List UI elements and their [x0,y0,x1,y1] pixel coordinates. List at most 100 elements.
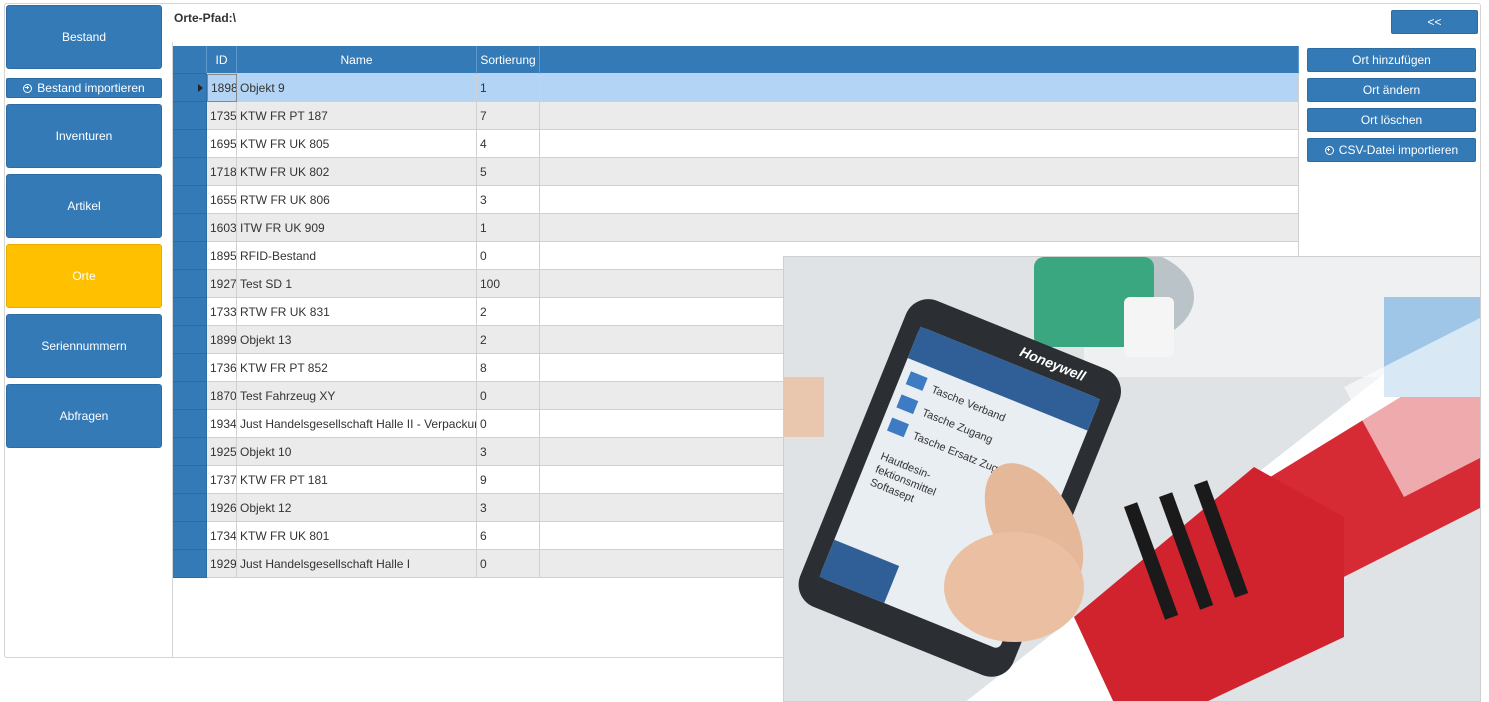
cell-sortierung[interactable]: 6 [477,522,540,550]
nav-orte-button[interactable]: Orte [6,244,162,308]
table-row[interactable]: 1898 Objekt 91 [173,74,1299,102]
cell-name[interactable]: KTW FR UK 801 [237,522,477,550]
cell-name[interactable]: Just Handelsgesellschaft Halle II - Verp… [237,410,477,438]
csv-import-button[interactable]: CSV-Datei importieren [1307,138,1476,162]
cell-id[interactable]: 1737 [207,466,237,494]
nav-artikel-button[interactable]: Artikel [6,174,162,238]
cell-id[interactable]: 1898 [207,74,237,102]
table-row[interactable]: 1603 ITW FR UK 909 1 [173,214,1299,242]
cell-sortierung[interactable]: 2 [477,326,540,354]
cell-id[interactable]: 1929 [207,550,237,578]
cell-sortierung[interactable]: 3 [477,494,540,522]
row-selector-cell[interactable] [173,242,207,270]
cell-name[interactable]: ITW FR UK 909 [237,214,477,242]
cell-filler [540,74,1299,102]
cell-name[interactable]: KTW FR UK 805 [237,130,477,158]
cell-name[interactable]: KTW FR PT 181 [237,466,477,494]
nav-seriennummern-button[interactable]: Seriennummern [6,314,162,378]
cell-sortierung[interactable]: 2 [477,298,540,326]
cell-sortierung[interactable]: 9 [477,466,540,494]
row-selector-cell[interactable] [173,298,207,326]
cell-id[interactable]: 1870 [207,382,237,410]
header-id[interactable]: ID [207,46,237,74]
cell-name[interactable]: Objekt 13 [237,326,477,354]
cell-id[interactable]: 1895 [207,242,237,270]
cell-sortierung[interactable]: 100 [477,270,540,298]
cell-sortierung[interactable]: 4 [477,130,540,158]
cell-sortierung[interactable]: 8 [477,354,540,382]
cell-sortierung[interactable]: 7 [477,102,540,130]
cell-name[interactable]: Test SD 1 [237,270,477,298]
nav-abfragen-label: Abfragen [59,409,109,423]
current-row-arrow-icon [198,83,203,92]
cell-name[interactable]: Just Handelsgesellschaft Halle I [237,550,477,578]
bestand-import-button[interactable]: Bestand importieren [6,78,162,98]
row-selector-cell[interactable] [173,494,207,522]
row-selector-cell[interactable] [173,102,207,130]
cell-id[interactable]: 1733 [207,298,237,326]
cell-name[interactable]: KTW FR PT 852 [237,354,477,382]
cell-id[interactable]: 1695 [207,130,237,158]
cell-filler [540,130,1299,158]
row-selector-cell[interactable] [173,354,207,382]
cell-sortierung[interactable]: 0 [477,550,540,578]
delete-location-button[interactable]: Ort löschen [1307,108,1476,132]
header-selector-cell [173,46,207,74]
nav-bestand-button[interactable]: Bestand [6,5,162,69]
cell-sortierung[interactable]: 3 [477,438,540,466]
cell-sortierung[interactable]: 1 [477,214,540,242]
row-selector-cell[interactable] [173,270,207,298]
cell-id[interactable]: 1603 [207,214,237,242]
table-row[interactable]: 1655 RTW FR UK 806 3 [173,186,1299,214]
cell-name[interactable]: KTW FR UK 802 [237,158,477,186]
cell-id[interactable]: 1734 [207,522,237,550]
add-location-button[interactable]: Ort hinzufügen [1307,48,1476,72]
row-selector-cell[interactable] [173,550,207,578]
row-selector-cell[interactable] [173,326,207,354]
nav-abfragen-button[interactable]: Abfragen [6,384,162,448]
cell-id[interactable]: 1926 [207,494,237,522]
table-row[interactable]: 1695 KTW FR UK 805 4 [173,130,1299,158]
cell-name[interactable]: KTW FR PT 187 [237,102,477,130]
row-selector-cell[interactable] [173,438,207,466]
cell-id[interactable]: 1925 [207,438,237,466]
cell-name[interactable]: RTW FR UK 806 [237,186,477,214]
row-selector-cell[interactable] [173,466,207,494]
collapse-button[interactable]: << [1391,10,1478,34]
cell-id[interactable]: 1927 [207,270,237,298]
nav-inventuren-button[interactable]: Inventuren [6,104,162,168]
cell-sortierung[interactable]: 0 [477,242,540,270]
cell-sortierung[interactable]: 3 [477,186,540,214]
cell-id[interactable]: 1718 [207,158,237,186]
header-sortierung[interactable]: Sortierung [477,46,540,74]
header-name[interactable]: Name [237,46,477,74]
row-selector-cell[interactable] [173,130,207,158]
cell-id[interactable]: 1655 [207,186,237,214]
cell-id[interactable]: 1934 [207,410,237,438]
cell-sortierung[interactable]: 0 [477,410,540,438]
cell-name[interactable]: RFID-Bestand [237,242,477,270]
row-selector-cell[interactable] [173,186,207,214]
cell-name[interactable]: Objekt 9 [237,74,477,102]
cell-name[interactable]: RTW FR UK 831 [237,298,477,326]
cell-id[interactable]: 1736 [207,354,237,382]
cell-name[interactable]: Objekt 10 [237,438,477,466]
cell-sortierung[interactable]: 5 [477,158,540,186]
edit-location-button[interactable]: Ort ändern [1307,78,1476,102]
cell-name[interactable]: Test Fahrzeug XY [237,382,477,410]
row-selector-cell[interactable] [173,158,207,186]
collapse-label: << [1427,15,1442,29]
table-row[interactable]: 1735 KTW FR PT 187 7 [173,102,1299,130]
row-selector-cell[interactable] [173,382,207,410]
cell-id[interactable]: 1899 [207,326,237,354]
cell-sortierung[interactable]: 0 [477,382,540,410]
row-selector-cell[interactable] [173,214,207,242]
cell-name[interactable]: Objekt 12 [237,494,477,522]
table-row[interactable]: 1718 KTW FR UK 802 5 [173,158,1299,186]
row-selector-cell[interactable] [173,74,207,102]
cell-id[interactable]: 1735 [207,102,237,130]
cell-sortierung[interactable]: 1 [477,74,540,102]
row-selector-cell[interactable] [173,522,207,550]
cell-filler [540,102,1299,130]
row-selector-cell[interactable] [173,410,207,438]
